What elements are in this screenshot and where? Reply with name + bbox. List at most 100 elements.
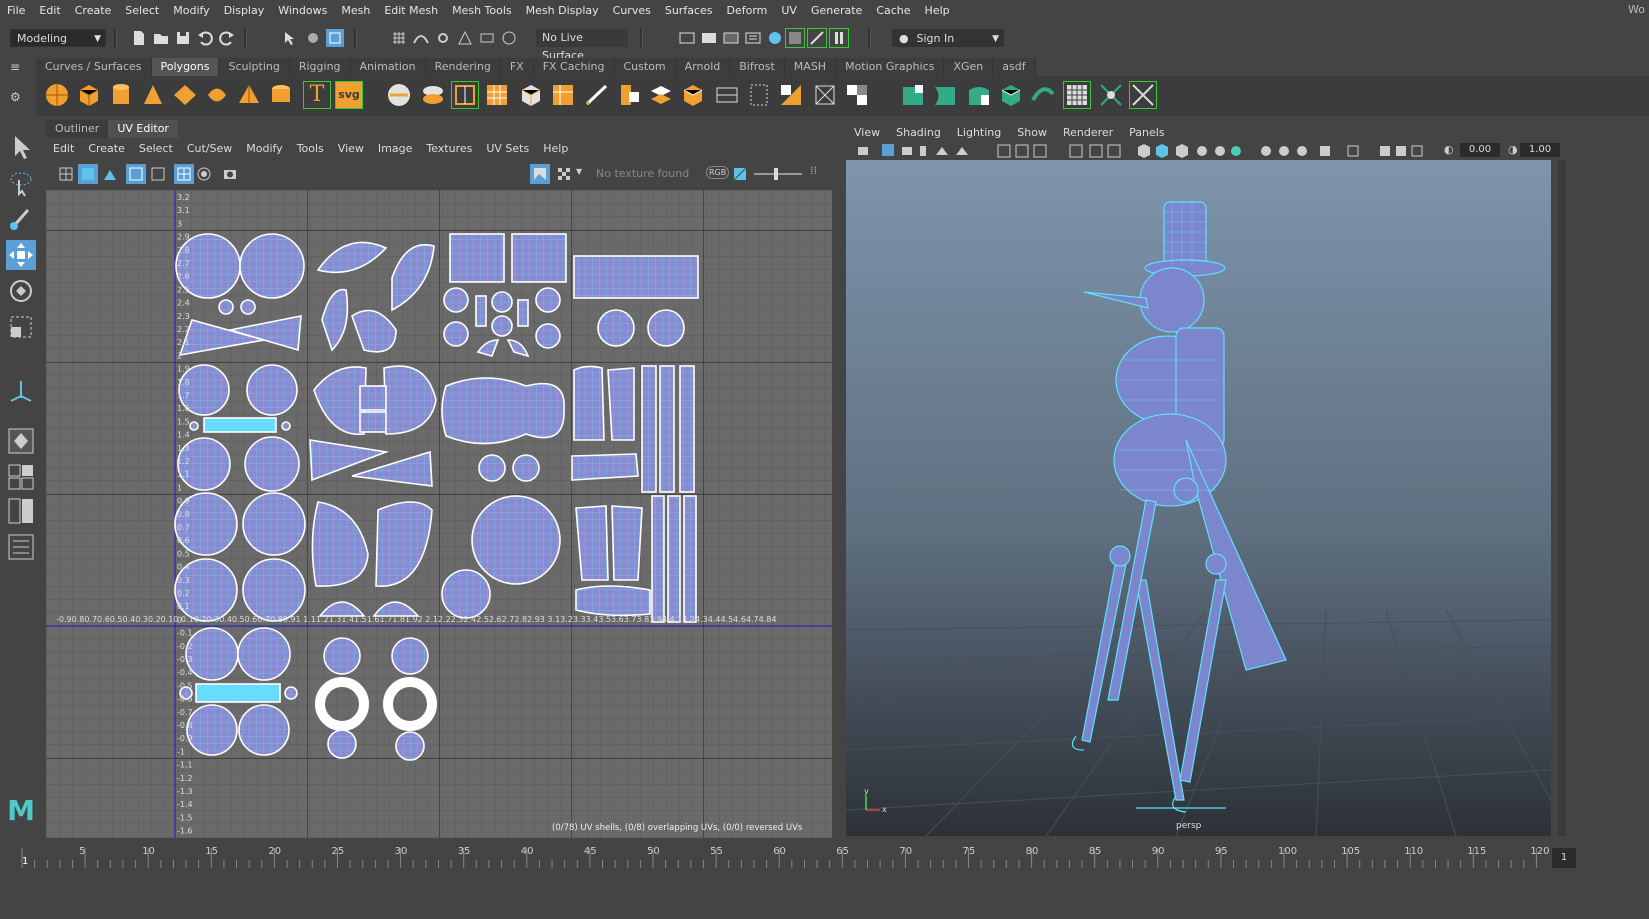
rgb-channel-toggle[interactable]: RGB [706, 166, 730, 179]
uv-editor-shortcut-icon[interactable] [785, 28, 805, 48]
menu-edit[interactable]: Edit [32, 4, 67, 17]
viewport-scrollbar[interactable] [1558, 160, 1566, 836]
select-tool-icon[interactable] [6, 132, 36, 162]
menu-mesh-tools[interactable]: Mesh Tools [445, 4, 519, 17]
undo-icon[interactable] [196, 29, 214, 47]
menu-mesh-display[interactable]: Mesh Display [519, 4, 606, 17]
menu-mesh[interactable]: Mesh [334, 4, 377, 17]
uv-menu-image[interactable]: Image [371, 142, 419, 155]
menu-help[interactable]: Help [918, 4, 957, 17]
sign-in-button[interactable]: ● Sign In ▼ [892, 29, 1004, 47]
viewport-menu-view[interactable]: View [846, 126, 888, 139]
menu-uv[interactable]: UV [774, 4, 804, 17]
exposure-slider-handle[interactable] [774, 168, 778, 180]
poly-plane-icon[interactable] [172, 82, 198, 108]
poly-torus-icon[interactable] [204, 82, 230, 108]
snap-grid-icon[interactable] [390, 29, 408, 47]
workspace-selector[interactable]: Wo [1628, 3, 1645, 16]
render-frame-icon[interactable] [700, 29, 718, 47]
menu-curves[interactable]: Curves [606, 4, 658, 17]
current-frame-indicator[interactable]: 1 [22, 856, 28, 867]
select-hierarchy-icon[interactable] [282, 29, 300, 47]
time-slider[interactable]: 5 10 15 20 25 30 35 40 45 50 55 60 65 70 75 80 85 90 95 100… [0, 842, 1649, 919]
shelf-tab-fx[interactable]: FX [500, 58, 534, 76]
open-scene-icon[interactable] [152, 29, 170, 47]
extrude-icon[interactable] [484, 82, 510, 108]
shelf-tab-custom[interactable]: Custom [614, 58, 676, 76]
target-weld-icon[interactable] [616, 82, 642, 108]
uv-shell-c-icon[interactable] [966, 82, 992, 108]
poly-cube-icon[interactable] [76, 82, 102, 108]
uv-menu-tools[interactable]: Tools [290, 142, 331, 155]
automatic-uv-icon[interactable] [778, 82, 804, 108]
gamma-icon[interactable]: ◑ [1508, 143, 1518, 156]
gamma-field[interactable]: 1.00 [1520, 143, 1560, 157]
menu-create[interactable]: Create [68, 4, 119, 17]
viewport-menu-panels[interactable]: Panels [1121, 126, 1172, 139]
snap-live-icon[interactable] [500, 29, 518, 47]
manipulator-icon[interactable] [6, 376, 36, 406]
four-view-layout-icon[interactable] [6, 462, 36, 492]
perspective-viewport[interactable]: x y persp [846, 160, 1551, 836]
shelf-tab-sculpting[interactable]: Sculpting [219, 58, 290, 76]
shelf-tab-arnold[interactable]: Arnold [675, 58, 731, 76]
uv-cut-icon[interactable] [1098, 82, 1124, 108]
mirror-icon[interactable] [714, 82, 740, 108]
shelf-tab-asdf[interactable]: asdf [993, 58, 1036, 76]
bevel-icon[interactable] [550, 82, 576, 108]
select-component-icon[interactable] [326, 29, 344, 47]
outliner-layout-icon[interactable] [6, 532, 36, 562]
uv-menu-help[interactable]: Help [536, 142, 575, 155]
shelf-tab-polygons[interactable]: Polygons [151, 58, 220, 76]
render-settings-icon[interactable] [744, 29, 762, 47]
uv-menu-modify[interactable]: Modify [239, 142, 289, 155]
save-scene-icon[interactable] [174, 29, 192, 47]
combine-icon[interactable] [386, 82, 412, 108]
uv-snapshot-icon[interactable] [222, 166, 238, 182]
uv-grid-canvas[interactable]: 3.2 3.1 3 2.9 2.8 2.7 2.6 2.5 2.4 2.3 2.2 2.1 2 1.9 1.… [46, 190, 832, 838]
exposure-icon[interactable]: ◐ [1444, 143, 1454, 156]
poly-sphere-icon[interactable] [44, 82, 70, 108]
scale-tool-icon[interactable] [6, 312, 36, 342]
uv-menu-create[interactable]: Create [81, 142, 132, 155]
uv-display-image-icon[interactable] [530, 164, 550, 184]
redo-icon[interactable] [218, 29, 236, 47]
shelf-tab-motion-graphics[interactable]: Motion Graphics [836, 58, 945, 76]
uv-sew-icon[interactable] [1129, 81, 1157, 109]
uv-menu-edit[interactable]: Edit [46, 142, 81, 155]
render-view-icon[interactable] [678, 29, 696, 47]
shelf-tab-rendering[interactable]: Rendering [425, 58, 501, 76]
poly-cylinder-icon[interactable] [108, 82, 134, 108]
panel-tab-uv-editor[interactable]: UV Editor [108, 120, 178, 138]
uv-dim-image-icon[interactable] [196, 166, 212, 182]
uv-menu-select[interactable]: Select [132, 142, 180, 155]
uv-shell-a-icon[interactable] [900, 82, 926, 108]
shelf-tab-rigging[interactable]: Rigging [289, 58, 351, 76]
snap-curve-icon[interactable] [412, 29, 430, 47]
single-perspective-layout-icon[interactable] [6, 426, 36, 456]
end-frame-field[interactable]: 1 [1552, 848, 1576, 868]
menu-edit-mesh[interactable]: Edit Mesh [377, 4, 445, 17]
select-object-icon[interactable] [304, 29, 322, 47]
spherical-uv-icon[interactable] [844, 82, 870, 108]
poly-pyramid-icon[interactable] [236, 82, 262, 108]
pause-icon[interactable] [829, 28, 849, 48]
uv-tile-grid-icon[interactable] [126, 164, 146, 184]
ipr-render-icon[interactable] [722, 29, 740, 47]
move-tool-icon[interactable] [6, 240, 36, 270]
uv-menu-cut-sew[interactable]: Cut/Sew [180, 142, 239, 155]
menu-surfaces[interactable]: Surfaces [658, 4, 720, 17]
hypershade-icon[interactable] [766, 29, 784, 47]
snap-point-icon[interactable] [434, 29, 452, 47]
cylindrical-uv-icon[interactable] [812, 82, 838, 108]
menu-file[interactable]: File [0, 4, 32, 17]
shelf-tab-mash[interactable]: MASH [784, 58, 837, 76]
uv-menu-view[interactable]: View [331, 142, 371, 155]
uv-toolbar-overflow-icon[interactable]: ⁞⁞ [810, 164, 817, 177]
shelf-tab-fx-caching[interactable]: FX Caching [533, 58, 615, 76]
shelf-menu-icon[interactable]: ≡ [10, 60, 30, 74]
uv-shell-d-icon[interactable] [998, 82, 1024, 108]
uv-shaded-icon[interactable] [78, 164, 98, 184]
viewport-menu-shading[interactable]: Shading [888, 126, 949, 139]
menu-modify[interactable]: Modify [166, 4, 216, 17]
